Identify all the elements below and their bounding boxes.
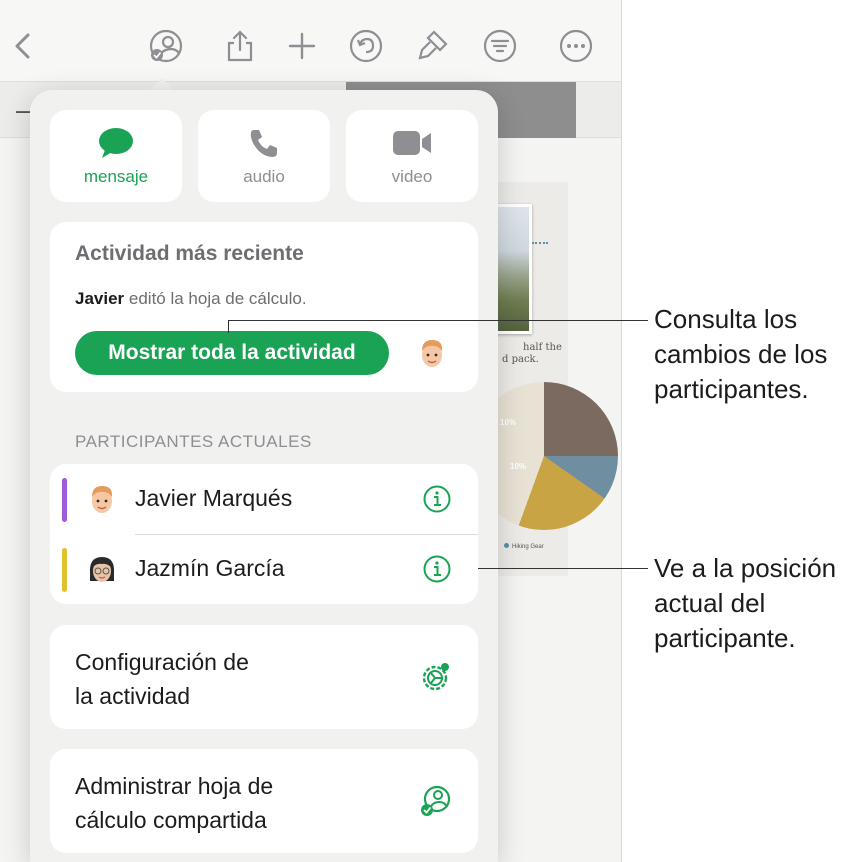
manage-shared-spreadsheet-row[interactable]: Administrar hoja de cálculo compartida <box>50 749 478 853</box>
recent-activity-title: Actividad más reciente <box>75 242 304 265</box>
activity-action: editó la hoja de cálculo. <box>124 289 307 308</box>
video-label: video <box>391 167 433 186</box>
collaborate-icon[interactable] <box>146 26 186 66</box>
pie-label: 10% <box>500 418 517 427</box>
activity-user: Javier <box>75 289 125 308</box>
message-label: mensaje <box>83 167 149 186</box>
show-all-activity-button[interactable]: Mostrar toda la actividad <box>75 331 389 375</box>
more-icon[interactable] <box>556 26 596 66</box>
participant-name: Jazmín García <box>135 555 285 581</box>
share-icon[interactable] <box>220 26 260 66</box>
callout-go-to-position: Ve a la posición actual del participante… <box>654 553 837 653</box>
toolbar <box>0 0 621 82</box>
sheet-caption: half the d pack. <box>496 342 562 366</box>
chart-legend: Hiking Gear <box>504 543 544 550</box>
legend-swatch <box>504 543 509 548</box>
manage-shared-label: Administrar hoja de cálculo compartida <box>75 773 274 833</box>
callout-leader-line <box>478 568 648 569</box>
audio-button[interactable]: audio <box>198 110 330 202</box>
sheet-caption-line2: d pack. <box>502 354 539 365</box>
participant-color-bar <box>62 548 67 592</box>
video-button[interactable]: video <box>346 110 478 202</box>
callout-leader-line <box>228 320 648 321</box>
participant-row[interactable]: Javier Marqués <box>50 464 478 535</box>
dotted-connector <box>532 242 548 244</box>
message-icon <box>97 125 135 161</box>
info-icon[interactable] <box>422 554 452 584</box>
activity-settings-icon <box>422 663 449 691</box>
audio-label: audio <box>243 167 285 186</box>
add-icon[interactable] <box>282 26 322 66</box>
participants-list: Javier Marqués Jazmín García <box>50 464 478 604</box>
legend-label: Hiking Gear <box>512 544 544 550</box>
message-button[interactable]: mensaje <box>50 110 182 202</box>
info-icon[interactable] <box>422 484 452 514</box>
format-brush-icon[interactable] <box>412 26 452 66</box>
mountain-photo <box>494 204 532 334</box>
jazmin-avatar <box>89 557 115 582</box>
pie-label: 10% <box>510 462 527 471</box>
sheet-caption-line1: half the <box>523 342 562 353</box>
current-participants-header: PARTICIPANTES ACTUALES <box>75 432 312 451</box>
recent-activity-card: Actividad más reciente Javier editó la h… <box>50 222 478 392</box>
activity-settings-label: Configuración de la actividad <box>75 649 249 709</box>
participant-row[interactable]: Jazmín García <box>50 534 478 604</box>
javier-avatar <box>92 486 113 513</box>
manage-shared-icon <box>421 785 451 816</box>
video-icon <box>392 125 432 161</box>
participant-name: Javier Marqués <box>135 485 293 511</box>
activity-settings-row[interactable]: Configuración de la actividad <box>50 625 478 729</box>
undo-icon[interactable] <box>346 26 386 66</box>
recent-activity-description: Javier editó la hoja de cálculo. <box>75 289 307 309</box>
callout-leader-line <box>228 320 229 333</box>
back-chevron-icon[interactable] <box>4 26 44 66</box>
phone-icon <box>248 125 280 161</box>
participant-color-bar <box>62 478 67 522</box>
callout-view-changes: Consulta los cambios de los participante… <box>654 304 828 404</box>
javier-avatar <box>422 340 443 367</box>
organize-icon[interactable] <box>480 26 520 66</box>
